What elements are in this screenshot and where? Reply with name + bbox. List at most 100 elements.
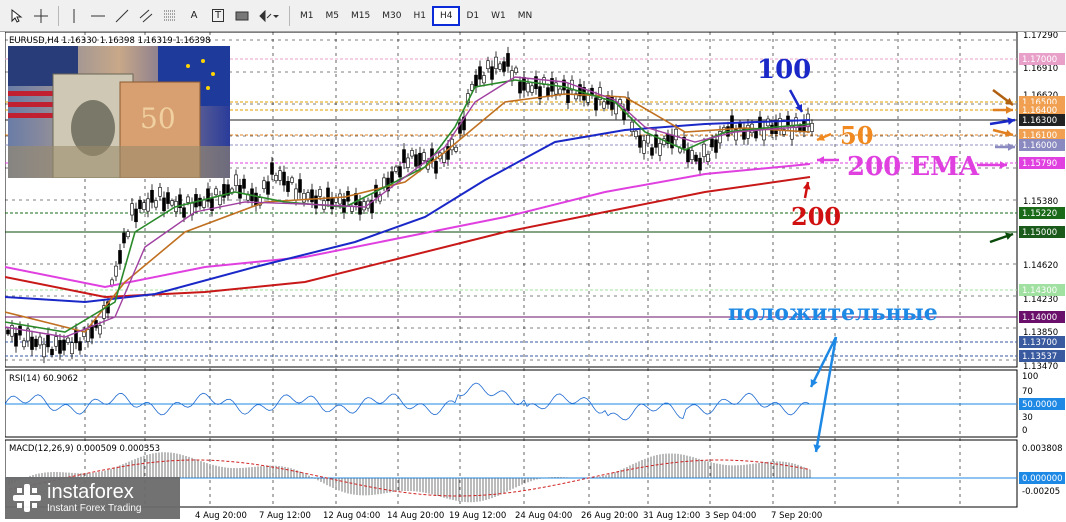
candle-body <box>70 342 74 355</box>
candle-body <box>794 117 798 128</box>
candle-body <box>454 146 458 152</box>
level-label: 1.16300 <box>1022 116 1057 126</box>
price-scale-label: 1.15380 <box>1023 197 1058 207</box>
candle-body <box>30 336 34 350</box>
time-axis-label: 7 Aug 12:00 <box>259 511 311 521</box>
level-label: 1.13700 <box>1022 338 1057 348</box>
timeframe-m1[interactable]: M1 <box>294 6 320 26</box>
timeframe-h1[interactable]: H1 <box>407 6 432 26</box>
candle-body <box>110 279 114 286</box>
time-axis-label: 19 Aug 12:00 <box>449 511 506 521</box>
candle-body <box>126 231 130 238</box>
toolbar-separator <box>58 5 59 26</box>
macd-header: MACD(12,26,9) 0.000509 0.000353 <box>9 444 160 454</box>
candle-body <box>514 67 518 73</box>
candle-body <box>6 329 10 335</box>
candle-body <box>182 207 186 218</box>
vertical-line-icon[interactable] <box>63 5 85 27</box>
timeframe-m30[interactable]: M30 <box>376 6 407 26</box>
level-label: 1.17000 <box>1022 55 1057 65</box>
candle-body <box>166 192 170 204</box>
candle-body <box>66 337 70 343</box>
timeframe-h4[interactable]: H4 <box>431 5 461 26</box>
time-axis-label: 14 Aug 20:00 <box>387 511 444 521</box>
crosshair-icon[interactable] <box>30 5 52 27</box>
candle-body <box>390 171 394 183</box>
timeframe-d1[interactable]: D1 <box>460 6 485 26</box>
candle-body <box>398 166 402 178</box>
candle-body <box>474 74 478 88</box>
candle-body <box>150 189 154 203</box>
candle-body <box>54 336 58 347</box>
channel-icon[interactable] <box>135 5 157 27</box>
candle-body <box>290 177 294 183</box>
candle-body <box>162 197 166 212</box>
candle-body <box>810 123 814 132</box>
candle-body <box>86 329 90 342</box>
candle-body <box>78 341 82 351</box>
timeframe-w1[interactable]: W1 <box>485 6 512 26</box>
logo-mark-icon <box>13 484 41 512</box>
level-label: 1.16000 <box>1022 141 1057 151</box>
candle-body <box>294 188 298 201</box>
candle-body <box>362 201 366 211</box>
candle-body <box>434 161 438 174</box>
candle-body <box>34 338 38 347</box>
candle-body <box>478 66 482 80</box>
candle-body <box>518 81 522 94</box>
candle-body <box>714 139 718 153</box>
candle-body <box>218 195 222 206</box>
annotation-200: 200 <box>791 202 841 231</box>
candle-body <box>418 152 422 167</box>
candle-body <box>154 200 158 208</box>
chart-toolbar: A T M1 M5 M15 M30 H1 H4 D1 W1 MN <box>0 0 1066 32</box>
candle-body <box>710 138 714 148</box>
text-label-glyph: T <box>211 9 225 22</box>
candle-body <box>422 152 426 161</box>
candle-body <box>10 325 14 337</box>
candle-body <box>526 82 530 93</box>
candle-body <box>118 250 122 264</box>
horizontal-line-icon[interactable] <box>87 5 109 27</box>
rectangle-icon[interactable] <box>231 5 253 27</box>
candle-body <box>90 325 94 339</box>
level-label: 1.13537 <box>1022 352 1057 362</box>
candle-body <box>330 197 334 210</box>
candle-body <box>254 192 258 206</box>
candle-body <box>650 147 654 156</box>
timeframe-mn[interactable]: MN <box>512 6 539 26</box>
fibonacci-icon[interactable] <box>159 5 181 27</box>
candle-body <box>130 203 134 216</box>
text-icon[interactable]: A <box>183 5 205 27</box>
candle-body <box>646 134 650 144</box>
candle-body <box>566 89 570 103</box>
candle-body <box>482 75 486 84</box>
candle-body <box>58 340 62 354</box>
toolbar-separator <box>289 5 290 26</box>
rsi-level-label: 100 <box>1022 372 1038 382</box>
time-axis-label: 12 Aug 04:00 <box>323 511 380 521</box>
candle-body <box>262 180 266 190</box>
candle-body <box>186 196 190 203</box>
candle-body <box>602 101 606 109</box>
annotation-100: 100 <box>757 55 811 85</box>
shapes-icon[interactable] <box>255 5 283 27</box>
candle-body <box>282 171 286 186</box>
trendline-icon[interactable] <box>111 5 133 27</box>
candle-body <box>394 166 398 172</box>
annotation-200ema: 200 EMA <box>847 152 980 182</box>
timeframe-m5[interactable]: M5 <box>320 6 346 26</box>
candle-body <box>14 332 18 347</box>
timeframe-m15[interactable]: M15 <box>345 6 376 26</box>
candle-body <box>278 170 282 181</box>
candle-body <box>486 60 490 70</box>
level-label: 1.15790 <box>1022 159 1057 169</box>
candle-body <box>302 193 306 203</box>
rsi-level-label: 30 <box>1022 413 1033 423</box>
svg-text:50: 50 <box>140 102 176 135</box>
cursor-icon[interactable] <box>6 5 28 27</box>
candle-body <box>686 148 690 163</box>
time-axis-label: 31 Aug 12:00 <box>643 511 700 521</box>
text-label-icon[interactable]: T <box>207 5 229 27</box>
logo-tagline: Instant Forex Trading <box>47 503 142 514</box>
